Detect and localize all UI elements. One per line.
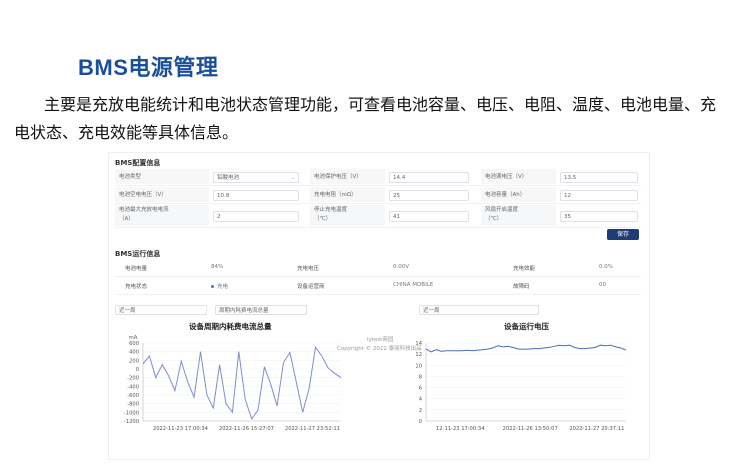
config-label: 电池满电压（V） — [485, 174, 528, 180]
left-chart: mA6004002000-200-400-600-800-1000-120020… — [124, 335, 342, 432]
y-tick-label: 2 — [419, 408, 422, 414]
config-label-unit: （A） — [119, 216, 134, 222]
intro-line-1: 主要是充放电能统计和电池状态管理功能，可查看电池容量、电压、电阻、温度、电池电量… — [44, 95, 717, 114]
runtime-value-wrap: 00 — [599, 282, 606, 288]
y-tick-label: 10 — [415, 363, 422, 369]
y-tick-label: 14 — [415, 341, 422, 347]
y-tick-label: -400 — [127, 384, 139, 390]
runtime-row: 充电状态 充电 设备运营商 CHINA MOBILE 故障码 00 — [115, 278, 641, 295]
y-tick-label: -1200 — [124, 419, 139, 425]
config-value: 铅酸电池 — [217, 174, 240, 181]
left-metric-value: 周期内耗费电流总量 — [219, 308, 269, 314]
config-row: 电池类型 铅酸电池 ⌄ 电池保护电压（V） 14.4 电池满电压（V） 13.5 — [115, 169, 641, 186]
runtime-value: 0.00V — [393, 264, 410, 270]
config-row: 电池最大充放电电流 （A） 2 停止充电温度 （℃） 41 风扇开启温度 （℃） 35 — [115, 205, 641, 228]
runtime-value: 0.0% — [599, 264, 613, 270]
config-label: 停止充电温度 — [314, 207, 348, 213]
left-period-value: 近一周 — [119, 308, 136, 314]
runtime-value-wrap: 0.0% — [599, 264, 613, 270]
config-input[interactable]: 25 — [389, 189, 469, 201]
right-period-select[interactable]: 近一周 — [419, 305, 539, 315]
y-tick-label: 200 — [129, 358, 139, 364]
x-tick-label: 12-11-23 17:00:34 — [436, 426, 485, 432]
runtime-label: 设备运营商 — [297, 284, 325, 290]
runtime-label: 充电电压 — [297, 266, 320, 272]
config-input[interactable]: 41 — [389, 210, 469, 222]
config-input[interactable]: 35 — [560, 210, 638, 222]
y-tick-label: 4 — [419, 397, 423, 403]
y-tick-label: 600 — [129, 341, 139, 347]
config-input[interactable]: 10.8 — [213, 189, 299, 201]
intro-line-2: 电状态、充电效能等具体信息。 — [14, 123, 239, 142]
config-input[interactable]: 14.4 — [389, 171, 469, 183]
runtime-value: CHINA MOBILE — [393, 282, 434, 288]
runtime-value-wrap: CHINA MOBILE — [393, 282, 433, 288]
y-tick-label: 400 — [129, 350, 139, 356]
config-value: 2 — [217, 213, 221, 220]
runtime-value: 充电 — [217, 284, 229, 290]
config-value: 14.4 — [393, 174, 406, 181]
charging-status-dot-icon — [211, 285, 214, 288]
config-label: 电池保护电压（V） — [314, 174, 362, 180]
config-value: 25 — [393, 192, 400, 199]
config-label-unit: （℃） — [314, 216, 332, 222]
x-tick-label: 2022-11-23 17:00:34 — [153, 426, 209, 432]
x-tick-label: 2022-11-26 15:27:07 — [219, 426, 274, 432]
y-tick-label: -800 — [127, 402, 139, 408]
config-label-unit: （℃） — [485, 216, 503, 222]
y-tick-label: -600 — [127, 393, 139, 399]
runtime-value-wrap: 0.00V — [393, 264, 409, 270]
left-metric-select[interactable]: 周期内耗费电流总量 — [215, 305, 307, 315]
save-button[interactable]: 保存 — [607, 229, 639, 240]
bms-screenshot-panel: BMS配置信息 电池类型 铅酸电池 ⌄ 电池保护电压（V） 14.4 电池满电压（V） 13… — [108, 152, 650, 460]
runtime-label: 充电状态 — [125, 284, 148, 290]
y-tick-label: -200 — [127, 376, 139, 382]
y-tick-label: 6 — [419, 386, 422, 392]
right-period-value: 近一周 — [423, 308, 440, 314]
series-line — [425, 344, 627, 353]
config-value: 35 — [564, 213, 571, 220]
config-label: 充电电阻（mΩ） — [314, 192, 357, 198]
runtime-value-wrap: 充电 — [211, 282, 228, 290]
config-row: 电池空电电压（V） 10.8 充电电阻（mΩ） 25 电池容量（Ah） 12 — [115, 187, 641, 204]
config-input[interactable]: 13.5 — [560, 171, 638, 183]
battery-type-select[interactable]: 铅酸电池 ⌄ — [213, 171, 299, 183]
config-label: 电池空电电压（V） — [119, 192, 167, 198]
x-tick-label: 2022-11-26 13:50:07 — [503, 426, 558, 432]
runtime-label: 电池电量 — [125, 266, 148, 272]
y-tick-label: -1000 — [124, 410, 139, 416]
runtime-section-title: BMS运行信息 — [115, 250, 161, 258]
runtime-label: 故障码 — [513, 284, 530, 290]
right-chart: 14 12 10 8 6 4 2 0 12-11-23 17:00:34 2022-11-26 1… — [415, 341, 627, 432]
watermark-line-1: lytest商园 — [367, 337, 394, 343]
config-value: 41 — [393, 213, 400, 220]
config-label: 电池类型 — [119, 174, 142, 180]
y-tick-label: 0 — [419, 419, 422, 425]
series-line — [142, 346, 342, 420]
config-input[interactable]: 2 — [213, 210, 299, 222]
config-input[interactable]: 12 — [560, 189, 638, 201]
config-label: 电池最大充放电电流 — [119, 207, 169, 213]
config-value: 10.8 — [217, 192, 230, 199]
config-label: 风扇开启温度 — [485, 207, 519, 213]
x-tick-label: 2022-11-27 23:52:11 — [285, 426, 340, 432]
y-tick-label: 0 — [136, 367, 139, 373]
x-tick-label: 2022-11-27 20:37:11 — [569, 426, 624, 432]
config-label: 电池容量（Ah） — [485, 192, 526, 198]
runtime-value-wrap: 84% — [211, 264, 223, 270]
y-tick-label: 8 — [419, 374, 422, 380]
intro-paragraph: 主要是充放电能统计和电池状态管理功能，可查看电池容量、电压、电阻、温度、电池电量… — [14, 91, 742, 147]
chevron-down-icon: ⌄ — [290, 174, 295, 181]
config-value: 13.5 — [564, 174, 577, 181]
y-tick-label: 12 — [415, 352, 422, 358]
config-value: 12 — [564, 192, 571, 199]
left-period-select[interactable]: 近一周 — [115, 305, 207, 315]
config-section-title: BMS配置信息 — [115, 159, 161, 167]
runtime-value: 00 — [599, 282, 606, 288]
runtime-value: 84% — [211, 264, 224, 270]
page-title: BMS电源管理 — [78, 55, 219, 80]
runtime-label: 充电效能 — [513, 266, 536, 272]
runtime-row: 电池电量 84% 充电电压 0.00V 充电效能 0.0% — [115, 260, 641, 277]
